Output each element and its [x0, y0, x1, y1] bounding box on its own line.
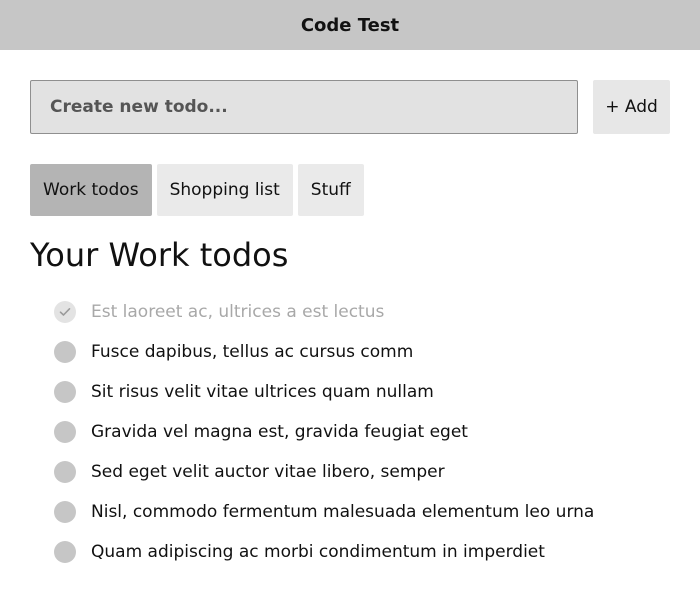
list-heading: Your Work todos — [30, 236, 289, 274]
todo-text: Sit risus velit vitae ultrices quam null… — [91, 382, 434, 402]
tab-shopping-list[interactable]: Shopping list — [156, 164, 293, 216]
app-title: Code Test — [300, 14, 400, 36]
todo-item: Sit risus velit vitae ultrices quam null… — [54, 372, 594, 412]
todo-text: Nisl, commodo fermentum malesuada elemen… — [91, 502, 595, 522]
todo-item: Nisl, commodo fermentum malesuada elemen… — [54, 492, 594, 532]
todo-item: Sed eget velit auctor vitae libero, semp… — [54, 452, 594, 492]
app-header: Code Test — [0, 0, 700, 50]
new-todo-row: + Add — [30, 80, 670, 134]
todo-text: Est laoreet ac, ultrices a est lectus — [91, 302, 385, 322]
todo-app: Code Test + Add Work todos Shopping list… — [0, 0, 700, 594]
todo-item: Est laoreet ac, ultrices a est lectus — [54, 292, 594, 332]
todo-checkbox[interactable] — [54, 341, 76, 363]
todo-checkbox[interactable] — [54, 381, 76, 403]
todo-item: Quam adipiscing ac morbi condimentum in … — [54, 532, 594, 572]
todo-checkbox[interactable] — [54, 461, 76, 483]
todo-checkbox[interactable] — [54, 301, 76, 323]
todo-text: Sed eget velit auctor vitae libero, semp… — [91, 462, 445, 482]
todo-item: Fusce dapibus, tellus ac cursus comm — [54, 332, 594, 372]
tab-work-todos[interactable]: Work todos — [30, 164, 152, 216]
todo-text: Gravida vel magna est, gravida feugiat e… — [91, 422, 468, 442]
tab-stuff[interactable]: Stuff — [297, 164, 364, 216]
todo-checkbox[interactable] — [54, 421, 76, 443]
todo-checkbox[interactable] — [54, 501, 76, 523]
todo-text: Quam adipiscing ac morbi condimentum in … — [91, 542, 545, 562]
new-todo-input[interactable] — [30, 80, 578, 134]
todo-text: Fusce dapibus, tellus ac cursus comm — [91, 342, 414, 362]
list-tabs: Work todos Shopping list Stuff — [30, 164, 364, 216]
todo-item: Gravida vel magna est, gravida feugiat e… — [54, 412, 594, 452]
add-todo-button[interactable]: + Add — [593, 80, 670, 134]
todo-list: Est laoreet ac, ultrices a est lectus Fu… — [54, 292, 594, 572]
checkmark-icon — [59, 308, 71, 316]
todo-checkbox[interactable] — [54, 541, 76, 563]
